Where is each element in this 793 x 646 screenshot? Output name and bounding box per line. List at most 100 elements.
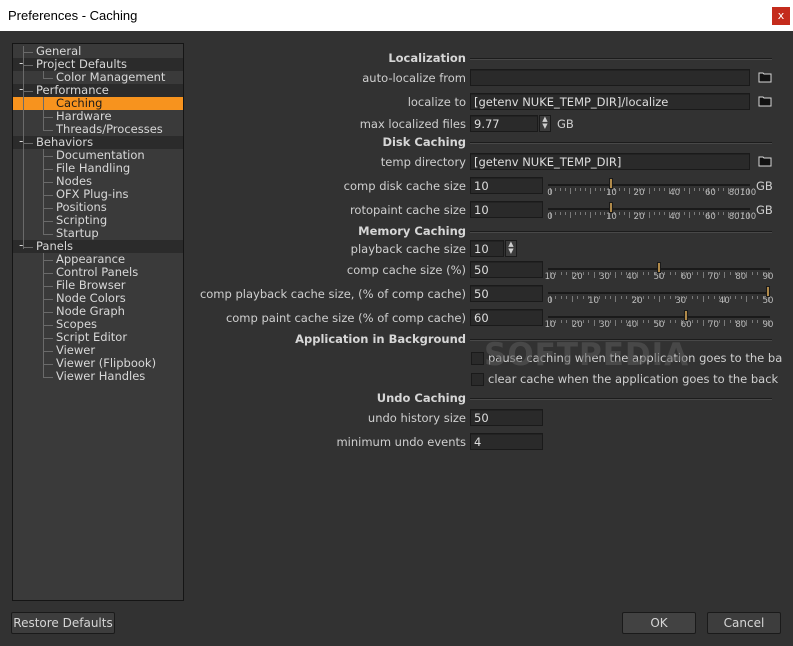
section-divider (470, 398, 772, 400)
slider-tick (683, 188, 685, 191)
slider-tick (757, 296, 759, 299)
temp-directory-field[interactable]: [getenv NUKE_TEMP_DIR] (470, 153, 750, 170)
tree-connector (43, 182, 53, 183)
tree-connector (23, 91, 33, 92)
folder-icon[interactable] (758, 71, 772, 83)
slider-tick (564, 188, 566, 191)
slider-tick (746, 320, 748, 326)
max-localized-files-label: max localized files (359, 117, 466, 131)
comp-disk-cache-field[interactable]: 10 (470, 177, 543, 194)
slider-tick-label: 60 (680, 272, 692, 282)
slider-tick (702, 296, 704, 302)
slider-tick (560, 272, 562, 275)
comp-playback-cache-slider[interactable]: 0 10 20 30 40 50 (547, 283, 773, 309)
slider-tick (620, 320, 622, 323)
localize-to-field[interactable]: [getenv NUKE_TEMP_DIR]/localize (470, 93, 750, 110)
slider-track[interactable] (548, 292, 770, 294)
slider-tick (653, 296, 655, 299)
slider-tick (642, 320, 644, 323)
rotopaint-cache-field[interactable]: 10 (470, 201, 543, 218)
comp-paint-cache-field[interactable]: 60 (470, 309, 543, 326)
slider-tick (566, 296, 568, 299)
slider-tick-label: 0 (547, 188, 553, 198)
max-localized-files-field[interactable]: 9.77 (470, 115, 538, 132)
close-icon[interactable]: x (772, 7, 790, 25)
pause-caching-checkbox[interactable] (471, 352, 484, 365)
slider-handle[interactable] (684, 310, 689, 321)
tree-item[interactable]: Script Editor (13, 331, 183, 344)
spinner-arrows-icon[interactable]: ▲ ▼ (505, 240, 517, 257)
comp-cache-field[interactable]: 50 (470, 261, 543, 278)
slider-tick (683, 212, 685, 215)
slider-handle[interactable] (766, 286, 770, 297)
slider-tick (574, 212, 576, 215)
slider-tick (649, 212, 650, 218)
slider-tick (642, 296, 644, 299)
rotopaint-cache-slider[interactable]: 0 10 20 40 60 80 100 (547, 199, 756, 225)
playback-cache-field[interactable]: 10 (470, 240, 504, 257)
slider-tick (624, 188, 626, 191)
slider-tick (588, 320, 590, 323)
min-undo-events-label: minimum undo events (336, 435, 466, 449)
slider-tick-label: 50 (762, 296, 774, 306)
tree-connector (43, 208, 53, 209)
slider-tick-label: 30 (675, 296, 687, 306)
tree-connector (43, 253, 44, 378)
slider-tick-label: 40 (626, 272, 638, 282)
slider-tick (648, 320, 650, 323)
folder-icon[interactable] (758, 95, 772, 107)
tree-connector (43, 130, 53, 131)
tree-item[interactable]: Viewer Handles (13, 370, 183, 383)
undo-history-label: undo history size (367, 411, 466, 425)
rotopaint-cache-label: rotopaint cache size (349, 203, 466, 217)
slider-tick (554, 188, 556, 191)
tree-item[interactable]: File Handling (13, 162, 183, 175)
tree-connector (43, 71, 44, 79)
slider-tick-label: 60 (680, 320, 692, 330)
min-undo-events-field[interactable]: 4 (470, 433, 543, 450)
slider-tick (693, 212, 695, 215)
undo-history-field[interactable]: 50 (470, 409, 543, 426)
slider-tick (555, 320, 557, 323)
comp-paint-cache-slider[interactable]: 10 20 30 40 50 60 70 80 90 (545, 307, 773, 333)
tree-item-label: Viewer Handles (56, 369, 146, 383)
ok-button[interactable]: OK (622, 612, 696, 634)
playback-cache-label: playback cache size (350, 242, 466, 256)
slider-tick (582, 272, 584, 275)
slider-tick (626, 296, 628, 299)
slider-handle[interactable] (609, 178, 614, 189)
spinner-arrows-icon[interactable]: ▲ ▼ (539, 115, 551, 132)
slider-track[interactable] (548, 184, 750, 186)
slider-tick (584, 212, 586, 215)
slider-tick-label: 70 (708, 272, 719, 282)
tree-connector (43, 78, 53, 79)
comp-disk-cache-slider[interactable]: 0 10 20 40 60 80 100 (547, 175, 756, 201)
slider-track[interactable] (548, 316, 770, 318)
auto-localize-field[interactable] (470, 69, 750, 86)
restore-defaults-button[interactable]: Restore Defaults (11, 612, 115, 634)
slider-handle[interactable] (609, 202, 614, 213)
auto-localize-label: auto-localize from (362, 71, 466, 85)
comp-playback-cache-field[interactable]: 50 (470, 285, 543, 302)
comp-cache-slider[interactable]: 10 20 30 40 50 60 70 80 90 (544, 259, 773, 285)
slider-tick-label: 90 (762, 320, 774, 330)
tree-connector (23, 247, 33, 248)
slider-tick (629, 212, 631, 218)
slider-tick (649, 188, 650, 194)
slider-tick-label: 10 (544, 272, 556, 282)
tree-item[interactable]: Node Graph (13, 305, 183, 318)
clear-cache-checkbox[interactable] (471, 373, 484, 386)
slider-tick (708, 296, 710, 299)
cancel-button[interactable]: Cancel (707, 612, 781, 634)
slider-tick (729, 272, 731, 275)
slider-tick (593, 320, 595, 326)
tree-connector (23, 46, 24, 249)
slider-tick (620, 296, 622, 299)
slider-tick (658, 212, 660, 215)
slider-handle[interactable] (657, 262, 661, 273)
slider-track[interactable] (548, 208, 750, 210)
folder-icon[interactable] (758, 155, 772, 167)
slider-tick (599, 212, 601, 215)
slider-tick (599, 296, 601, 299)
comp-playback-cache-label: comp playback cache size, (% of comp cac… (199, 287, 466, 301)
